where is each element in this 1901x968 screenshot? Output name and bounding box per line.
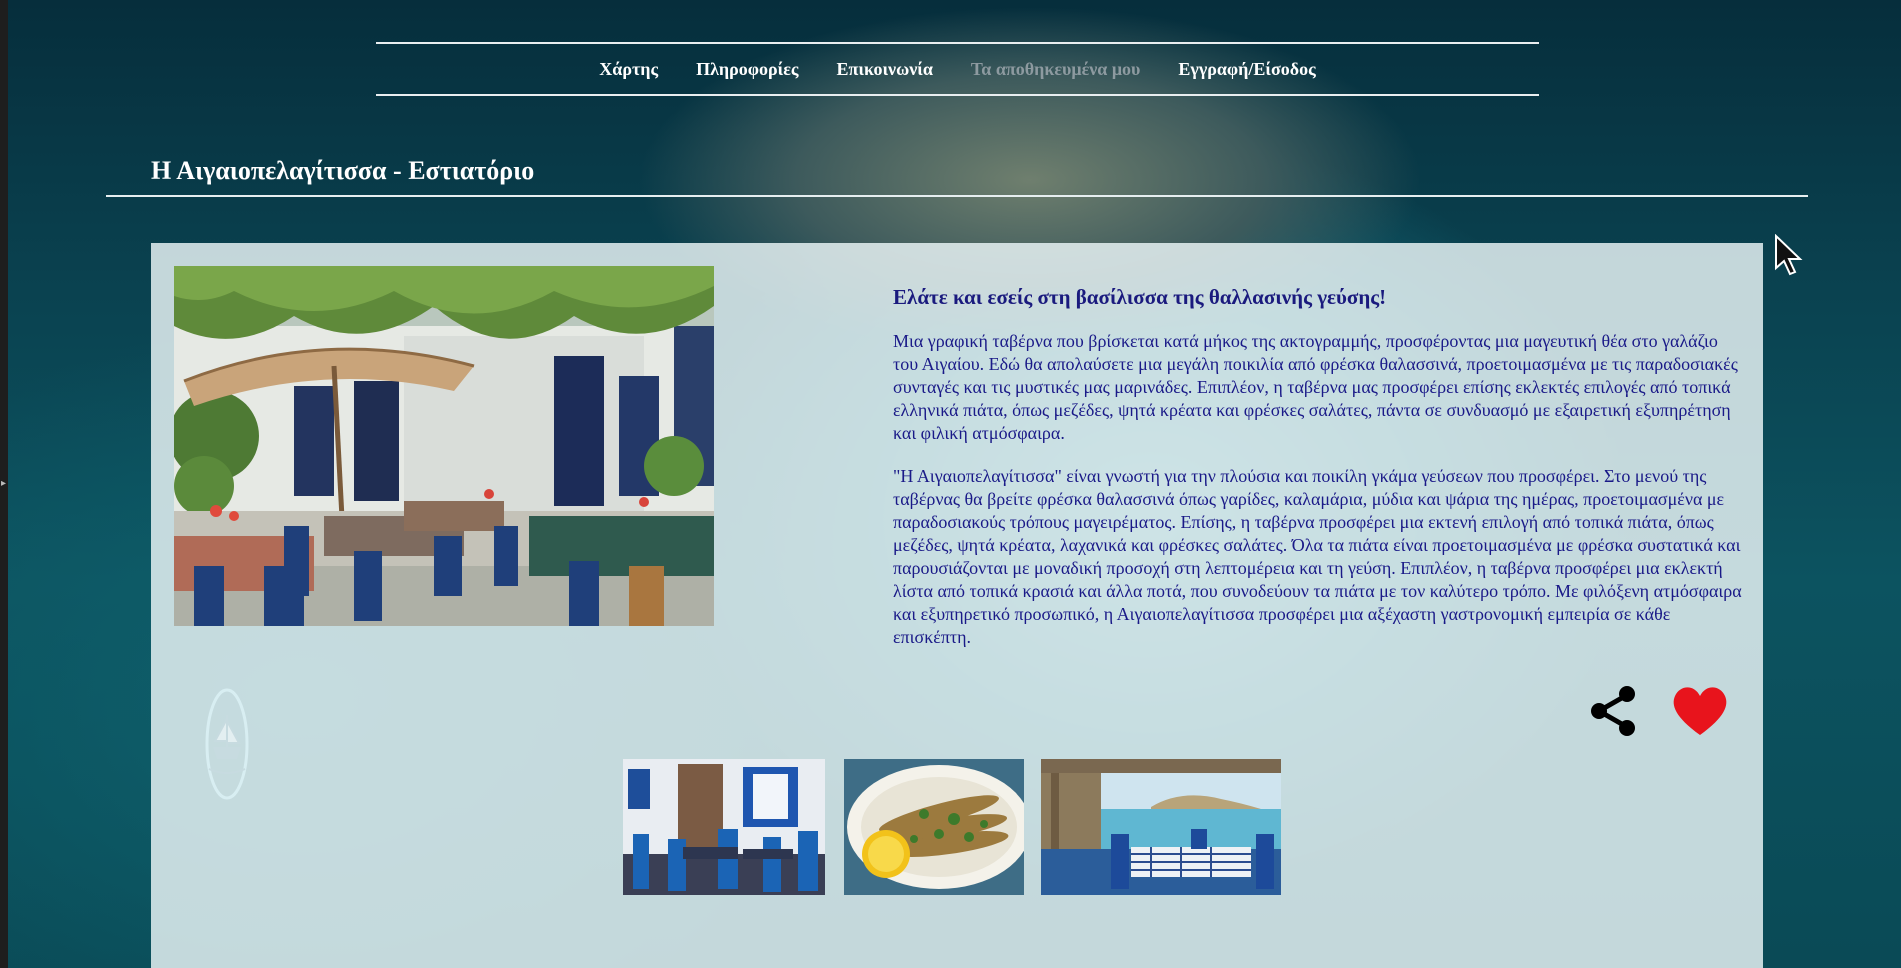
- nav-item-info[interactable]: Πληροφορίες: [696, 59, 798, 80]
- nav-item-contact[interactable]: Επικοινωνία: [837, 59, 933, 80]
- description-heading: Ελάτε και εσείς στη βασίλισσα της θαλλασ…: [893, 285, 1387, 309]
- ship-logo-icon: [203, 685, 251, 803]
- description-block: Ελάτε και εσείς στη βασίλισσα της θαλλασ…: [893, 285, 1743, 669]
- site-title-clipped: [700, 0, 940, 2]
- nav-item-saved[interactable]: Τα αποθηκευμένα μου: [971, 59, 1141, 80]
- heart-icon: [1673, 687, 1727, 735]
- page-title: Η Αιγαιοπελαγίτισσα - Εστιατόριο: [151, 156, 535, 185]
- gallery-thumbnail-terrace[interactable]: [1041, 759, 1281, 895]
- share-icon: [1591, 686, 1635, 736]
- favorite-button[interactable]: [1671, 683, 1729, 739]
- description-paragraph-2: "Η Αιγαιοπελαγίτισσα" είναι γνωστή για τ…: [893, 466, 1742, 647]
- main-nav: Χάρτης Πληροφορίες Επικοινωνία Τα αποθηκ…: [376, 42, 1539, 96]
- share-button[interactable]: [1585, 683, 1641, 739]
- hero-photo-taverna-courtyard: [174, 266, 714, 626]
- gallery-thumbnail-interior[interactable]: [623, 759, 825, 895]
- restaurant-panel: Ελάτε και εσείς στη βασίλισσα της θαλλασ…: [151, 243, 1763, 968]
- edge-arrow-icon: ▸: [1, 478, 7, 489]
- title-divider: [106, 195, 1808, 197]
- gallery-thumbnail-sardines[interactable]: [844, 759, 1024, 895]
- nav-item-login[interactable]: Εγγραφή/Είσοδος: [1178, 59, 1315, 80]
- nav-item-map[interactable]: Χάρτης: [599, 59, 658, 80]
- mouse-cursor-icon: [1774, 233, 1804, 278]
- description-paragraph-1: Μια γραφική ταβέρνα που βρίσκεται κατά μ…: [893, 331, 1738, 443]
